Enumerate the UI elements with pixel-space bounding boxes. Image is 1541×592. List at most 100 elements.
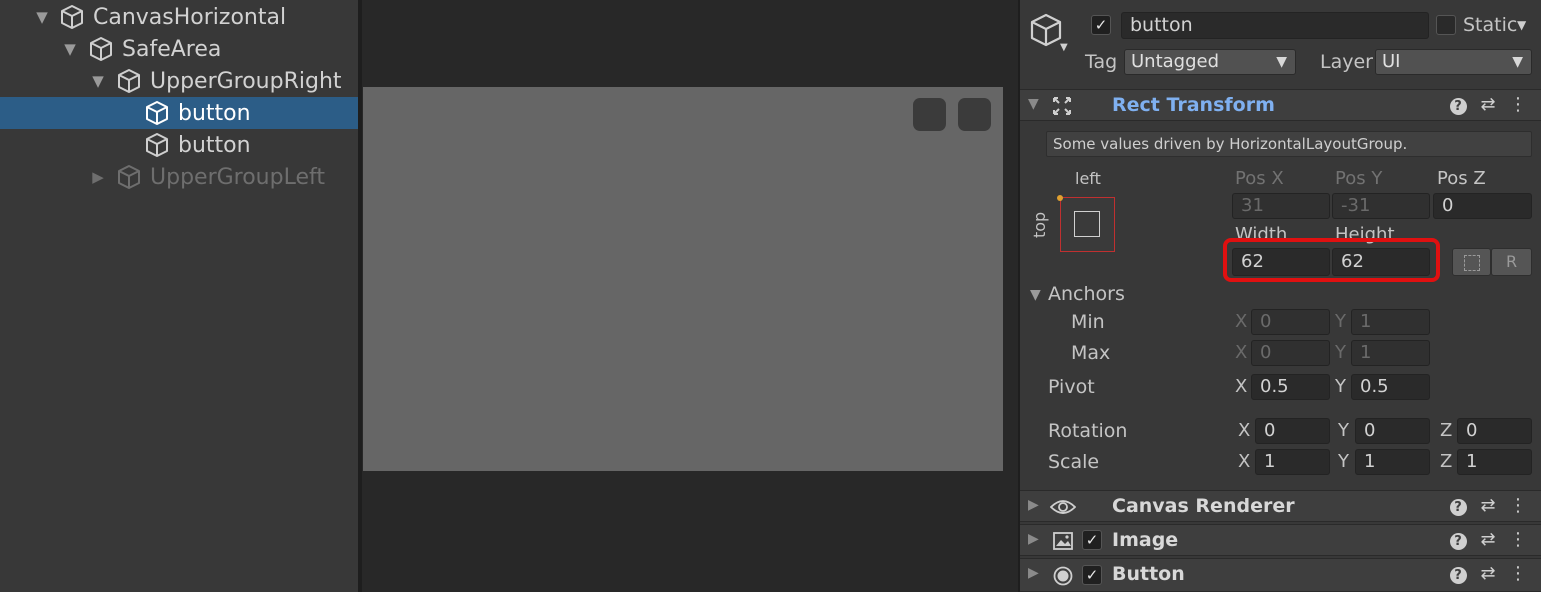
help-icon[interactable]: ?: [1448, 529, 1468, 550]
scene-button-rect[interactable]: [913, 98, 946, 131]
blueprint-mode-button[interactable]: [1452, 248, 1491, 276]
eye-icon: [1050, 500, 1076, 514]
static-label[interactable]: Static: [1463, 14, 1517, 36]
pos-z-field[interactable]: 0: [1433, 193, 1532, 219]
scale-x-axis-label[interactable]: X: [1238, 451, 1250, 472]
preset-sliders-icon[interactable]: ⇄: [1478, 94, 1498, 115]
kebab-menu-icon[interactable]: ⋮: [1508, 529, 1528, 550]
tree-item-button-selected[interactable]: button: [0, 97, 358, 129]
raw-edit-button[interactable]: R: [1491, 248, 1532, 276]
scene-button-rect[interactable]: [958, 98, 991, 131]
driven-info-box: Some values driven by HorizontalLayoutGr…: [1046, 131, 1532, 157]
min-x-field: 0: [1251, 309, 1330, 335]
fold-arrow-icon[interactable]: ▼: [1028, 96, 1039, 112]
expand-arrow-icon[interactable]: ▼: [34, 8, 50, 26]
max-y-field: 1: [1351, 340, 1430, 366]
fold-arrow-icon[interactable]: ▶: [1028, 565, 1039, 581]
fold-arrow-icon[interactable]: ▼: [1030, 287, 1041, 303]
preset-sliders-icon[interactable]: ⇄: [1478, 495, 1498, 516]
tree-item-button[interactable]: button: [0, 129, 358, 161]
pivot-y-field[interactable]: 0.5: [1351, 374, 1430, 400]
scale-z-axis-label[interactable]: Z: [1440, 451, 1452, 472]
expand-arrow-icon[interactable]: ▼: [90, 72, 106, 90]
object-name-input[interactable]: button: [1121, 12, 1429, 39]
min-x-axis-label: X: [1235, 311, 1248, 332]
rect-transform-header[interactable]: ▼ Rect Transform ? ⇄ ⋮: [1020, 89, 1541, 121]
gameobject-cube-icon: [146, 133, 168, 157]
gameobject-cube-icon: [61, 5, 83, 29]
tree-item-canvas-horizontal[interactable]: ▼ CanvasHorizontal: [0, 1, 358, 33]
rotation-x-axis-label[interactable]: X: [1238, 420, 1250, 441]
canvas-rect[interactable]: [363, 87, 1003, 471]
help-icon[interactable]: ?: [1448, 563, 1468, 584]
fold-arrow-icon[interactable]: ▶: [1028, 497, 1039, 513]
preset-sliders-icon[interactable]: ⇄: [1478, 563, 1498, 584]
anchor-square-icon: [1074, 211, 1100, 237]
chevron-down-icon: ▼: [1276, 54, 1287, 70]
help-icon[interactable]: ?: [1448, 94, 1468, 115]
expand-arrow-icon[interactable]: ▼: [62, 40, 78, 58]
hierarchy-panel: ▼ CanvasHorizontal ▼ SafeArea ▼ UpperGro…: [0, 0, 358, 592]
tag-dropdown[interactable]: Untagged ▼: [1124, 49, 1296, 75]
component-title: Canvas Renderer: [1112, 495, 1295, 517]
button-icon: [1053, 566, 1073, 586]
tree-item-label: button: [178, 100, 251, 126]
anchor-preset-button[interactable]: [1060, 197, 1115, 252]
button-enabled-checkbox[interactable]: ✓: [1082, 565, 1102, 585]
max-label: Max: [1071, 342, 1111, 364]
rotation-label: Rotation: [1048, 420, 1128, 442]
layer-value: UI: [1382, 51, 1401, 72]
preset-sliders-icon[interactable]: ⇄: [1478, 529, 1498, 550]
image-enabled-checkbox[interactable]: ✓: [1082, 530, 1102, 550]
rotation-z-axis-label[interactable]: Z: [1440, 420, 1452, 441]
component-title: Image: [1112, 529, 1179, 551]
gameobject-cube-icon: [146, 101, 168, 125]
active-checkbox[interactable]: ✓: [1091, 15, 1111, 35]
collapse-arrow-icon[interactable]: ▶: [90, 168, 106, 186]
anchors-label[interactable]: Anchors: [1048, 283, 1125, 305]
pivot-y-axis-label[interactable]: Y: [1335, 376, 1346, 397]
pivot-label: Pivot: [1048, 376, 1095, 398]
layer-dropdown[interactable]: UI ▼: [1375, 49, 1532, 75]
kebab-menu-icon[interactable]: ⋮: [1508, 94, 1528, 115]
icon-dropdown-caret-icon[interactable]: ▼: [1060, 42, 1068, 53]
gameobject-cube-icon: [118, 69, 140, 93]
image-component-header[interactable]: ▶ ✓ Image ? ⇄ ⋮: [1020, 524, 1541, 556]
rotation-y-field[interactable]: 0: [1355, 418, 1430, 444]
gameobject-cube-icon[interactable]: [1028, 12, 1064, 48]
rotation-z-field[interactable]: 0: [1457, 418, 1532, 444]
pos-z-label: Pos Z: [1437, 168, 1486, 189]
tree-item-safe-area[interactable]: ▼ SafeArea: [0, 33, 358, 65]
max-y-axis-label: Y: [1335, 342, 1346, 363]
scale-y-field[interactable]: 1: [1355, 449, 1430, 475]
tree-item-label: button: [178, 132, 251, 158]
static-checkbox[interactable]: [1436, 15, 1456, 35]
tag-value: Untagged: [1131, 51, 1220, 72]
tree-item-label: SafeArea: [122, 36, 222, 62]
component-title: Button: [1112, 563, 1185, 585]
canvas-renderer-header[interactable]: ▶ Canvas Renderer ? ⇄ ⋮: [1020, 490, 1541, 522]
kebab-menu-icon[interactable]: ⋮: [1508, 495, 1528, 516]
tree-item-upper-group-right[interactable]: ▼ UpperGroupRight: [0, 65, 358, 97]
scale-z-field[interactable]: 1: [1457, 449, 1532, 475]
pos-y-field: -31: [1332, 193, 1430, 219]
chevron-down-icon: ▼: [1512, 54, 1523, 70]
anchor-h-label: left: [1075, 169, 1101, 188]
pos-x-label: Pos X: [1235, 168, 1284, 189]
scale-x-field[interactable]: 1: [1255, 449, 1330, 475]
rotation-x-field[interactable]: 0: [1255, 418, 1330, 444]
gameobject-cube-icon: [90, 37, 112, 61]
min-y-axis-label: Y: [1335, 311, 1346, 332]
static-dropdown-caret-icon[interactable]: ▼: [1517, 18, 1526, 32]
help-icon[interactable]: ?: [1448, 495, 1468, 516]
pivot-x-axis-label[interactable]: X: [1235, 376, 1247, 397]
rotation-y-axis-label[interactable]: Y: [1338, 420, 1349, 441]
scale-y-axis-label[interactable]: Y: [1338, 451, 1349, 472]
button-component-header[interactable]: ▶ ✓ Button ? ⇄ ⋮: [1020, 558, 1541, 592]
tree-item-upper-group-left[interactable]: ▶ UpperGroupLeft: [0, 161, 358, 193]
max-x-axis-label: X: [1235, 342, 1248, 363]
rect-transform-icon: [1053, 97, 1071, 115]
kebab-menu-icon[interactable]: ⋮: [1508, 563, 1528, 584]
pivot-x-field[interactable]: 0.5: [1251, 374, 1330, 400]
fold-arrow-icon[interactable]: ▶: [1028, 531, 1039, 547]
